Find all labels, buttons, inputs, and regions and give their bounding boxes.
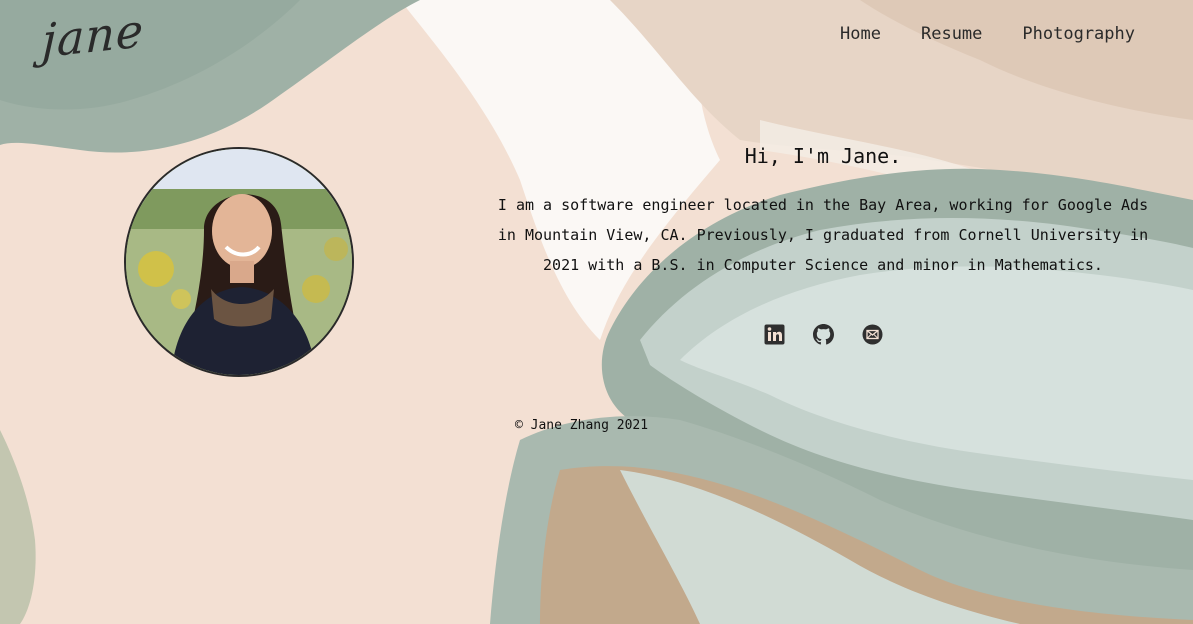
page: jane Home Resume Photography Hi, I'm Jan… xyxy=(0,0,1193,624)
site-logo[interactable]: jane xyxy=(41,3,145,68)
social-links xyxy=(763,323,883,345)
copyright-footer: © Jane Zhang 2021 xyxy=(515,418,649,433)
main-nav: Home Resume Photography xyxy=(840,24,1135,44)
nav-photography-link[interactable]: Photography xyxy=(1022,24,1135,44)
email-icon[interactable] xyxy=(861,323,883,345)
greeting-heading: Hi, I'm Jane. xyxy=(744,144,902,168)
nav-resume-link[interactable]: Resume xyxy=(921,24,982,44)
profile-photo xyxy=(124,147,354,377)
nav-home-link[interactable]: Home xyxy=(840,24,881,44)
github-icon[interactable] xyxy=(812,323,834,345)
bio-text: I am a software engineer located in the … xyxy=(497,196,1149,274)
intro-section: Hi, I'm Jane. I am a software engineer l… xyxy=(490,144,1156,280)
linkedin-icon[interactable] xyxy=(763,323,785,345)
